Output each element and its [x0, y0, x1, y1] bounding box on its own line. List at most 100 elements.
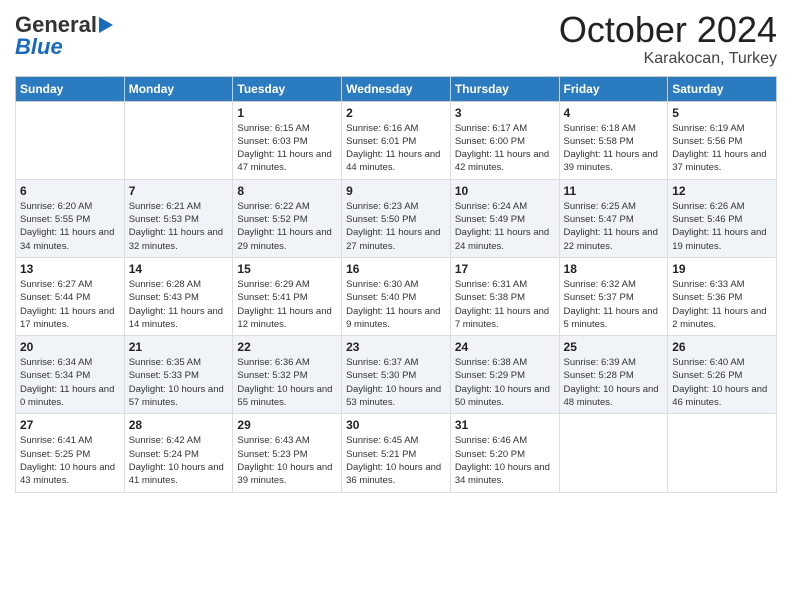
day-cell: 14Sunrise: 6:28 AMSunset: 5:43 PMDayligh… — [124, 257, 233, 335]
logo: General Blue — [15, 10, 113, 58]
day-number: 18 — [564, 262, 664, 276]
day-cell: 16 Sunrise: 6:30 AMSunset: 5:40 PMDayligh… — [342, 257, 451, 335]
day-info: Sunrise: 6:32 AMSunset: 5:37 PMDaylight:… — [564, 278, 664, 331]
day-number: 30 — [346, 418, 446, 432]
day-cell: 29 Sunrise: 6:43 AMSunset: 5:23 PMDayligh… — [233, 414, 342, 492]
day-cell: 12 Sunrise: 6:26 AMSunset: 5:46 PMDayligh… — [668, 179, 777, 257]
day-number: 2 — [346, 106, 446, 120]
day-info: Sunrise: 6:15 AMSunset: 6:03 PMDaylight:… — [237, 122, 337, 175]
day-info: Sunrise: 6:31 AMSunset: 5:38 PMDaylight:… — [455, 278, 555, 331]
day-number: 24 — [455, 340, 555, 354]
day-cell: 26 Sunrise: 6:40 AMSunset: 5:26 PMDayligh… — [668, 336, 777, 414]
day-cell: 25Sunrise: 6:39 AMSunset: 5:28 PMDayligh… — [559, 336, 668, 414]
day-cell: 22Sunrise: 6:36 AMSunset: 5:32 PMDayligh… — [233, 336, 342, 414]
week-row-4: 20Sunrise: 6:34 AMSunset: 5:34 PMDayligh… — [16, 336, 777, 414]
day-cell: 20Sunrise: 6:34 AMSunset: 5:34 PMDayligh… — [16, 336, 125, 414]
day-number: 22 — [237, 340, 337, 354]
week-row-5: 27 Sunrise: 6:41 AMSunset: 5:25 PMDayligh… — [16, 414, 777, 492]
day-info: Sunrise: 6:21 AMSunset: 5:53 PMDaylight:… — [129, 200, 229, 253]
col-friday: Friday — [559, 76, 668, 101]
day-info: Sunrise: 6:41 AMSunset: 5:25 PMDaylight:… — [20, 434, 120, 487]
col-tuesday: Tuesday — [233, 76, 342, 101]
day-cell: 5Sunrise: 6:19 AMSunset: 5:56 PMDaylight… — [668, 101, 777, 179]
calendar-table: Sunday Monday Tuesday Wednesday Thursday… — [15, 76, 777, 493]
day-info: Sunrise: 6:22 AMSunset: 5:52 PMDaylight:… — [237, 200, 337, 253]
day-info: Sunrise: 6:35 AMSunset: 5:33 PMDaylight:… — [129, 356, 229, 409]
day-cell: 4 Sunrise: 6:18 AMSunset: 5:58 PMDaylight… — [559, 101, 668, 179]
day-number: 8 — [237, 184, 337, 198]
col-saturday: Saturday — [668, 76, 777, 101]
logo-arrow-icon — [99, 17, 113, 33]
day-number: 15 — [237, 262, 337, 276]
day-info: Sunrise: 6:30 AMSunset: 5:40 PMDaylight:… — [346, 278, 446, 331]
day-number: 7 — [129, 184, 229, 198]
day-cell: 7 Sunrise: 6:21 AMSunset: 5:53 PMDaylight… — [124, 179, 233, 257]
day-number: 13 — [20, 262, 120, 276]
day-info: Sunrise: 6:45 AMSunset: 5:21 PMDaylight:… — [346, 434, 446, 487]
day-cell: 15 Sunrise: 6:29 AMSunset: 5:41 PMDayligh… — [233, 257, 342, 335]
day-number: 27 — [20, 418, 120, 432]
day-cell: 3 Sunrise: 6:17 AMSunset: 6:00 PMDaylight… — [450, 101, 559, 179]
calendar-title: October 2024 — [559, 10, 777, 50]
day-cell: 31 Sunrise: 6:46 AMSunset: 5:20 PMDayligh… — [450, 414, 559, 492]
day-number: 31 — [455, 418, 555, 432]
day-info: Sunrise: 6:46 AMSunset: 5:20 PMDaylight:… — [455, 434, 555, 487]
logo-text: General — [15, 14, 97, 36]
week-row-1: 1 Sunrise: 6:15 AMSunset: 6:03 PMDaylight… — [16, 101, 777, 179]
day-cell: 1 Sunrise: 6:15 AMSunset: 6:03 PMDaylight… — [233, 101, 342, 179]
day-info: Sunrise: 6:26 AMSunset: 5:46 PMDaylight:… — [672, 200, 772, 253]
day-cell: 10Sunrise: 6:24 AMSunset: 5:49 PMDayligh… — [450, 179, 559, 257]
day-info: Sunrise: 6:16 AMSunset: 6:01 PMDaylight:… — [346, 122, 446, 175]
day-cell: 6Sunrise: 6:20 AMSunset: 5:55 PMDaylight… — [16, 179, 125, 257]
day-info: Sunrise: 6:28 AMSunset: 5:43 PMDaylight:… — [129, 278, 229, 331]
day-info: Sunrise: 6:38 AMSunset: 5:29 PMDaylight:… — [455, 356, 555, 409]
col-wednesday: Wednesday — [342, 76, 451, 101]
day-number: 23 — [346, 340, 446, 354]
logo-blue-text: Blue — [15, 36, 63, 58]
day-number: 21 — [129, 340, 229, 354]
week-row-3: 13 Sunrise: 6:27 AMSunset: 5:44 PMDayligh… — [16, 257, 777, 335]
title-block: October 2024 Karakocan, Turkey — [559, 10, 777, 68]
day-number: 17 — [455, 262, 555, 276]
day-cell: 11Sunrise: 6:25 AMSunset: 5:47 PMDayligh… — [559, 179, 668, 257]
header-row: Sunday Monday Tuesday Wednesday Thursday… — [16, 76, 777, 101]
week-row-2: 6Sunrise: 6:20 AMSunset: 5:55 PMDaylight… — [16, 179, 777, 257]
day-number: 3 — [455, 106, 555, 120]
day-cell: 2 Sunrise: 6:16 AMSunset: 6:01 PMDaylight… — [342, 101, 451, 179]
day-number: 26 — [672, 340, 772, 354]
day-number: 1 — [237, 106, 337, 120]
day-number: 9 — [346, 184, 446, 198]
day-cell: 8 Sunrise: 6:22 AMSunset: 5:52 PMDaylight… — [233, 179, 342, 257]
day-number: 10 — [455, 184, 555, 198]
day-number: 16 — [346, 262, 446, 276]
day-info: Sunrise: 6:19 AMSunset: 5:56 PMDaylight:… — [672, 122, 772, 175]
day-number: 29 — [237, 418, 337, 432]
day-info: Sunrise: 6:33 AMSunset: 5:36 PMDaylight:… — [672, 278, 772, 331]
day-cell: 23Sunrise: 6:37 AMSunset: 5:30 PMDayligh… — [342, 336, 451, 414]
day-cell: 19 Sunrise: 6:33 AMSunset: 5:36 PMDayligh… — [668, 257, 777, 335]
day-cell: 18 Sunrise: 6:32 AMSunset: 5:37 PMDayligh… — [559, 257, 668, 335]
day-cell — [124, 101, 233, 179]
day-info: Sunrise: 6:43 AMSunset: 5:23 PMDaylight:… — [237, 434, 337, 487]
day-info: Sunrise: 6:20 AMSunset: 5:55 PMDaylight:… — [20, 200, 120, 253]
day-cell: 17 Sunrise: 6:31 AMSunset: 5:38 PMDayligh… — [450, 257, 559, 335]
col-sunday: Sunday — [16, 76, 125, 101]
day-cell: 30 Sunrise: 6:45 AMSunset: 5:21 PMDayligh… — [342, 414, 451, 492]
day-info: Sunrise: 6:40 AMSunset: 5:26 PMDaylight:… — [672, 356, 772, 409]
day-cell: 13 Sunrise: 6:27 AMSunset: 5:44 PMDayligh… — [16, 257, 125, 335]
day-cell: 9Sunrise: 6:23 AMSunset: 5:50 PMDaylight… — [342, 179, 451, 257]
day-info: Sunrise: 6:25 AMSunset: 5:47 PMDaylight:… — [564, 200, 664, 253]
day-info: Sunrise: 6:17 AMSunset: 6:00 PMDaylight:… — [455, 122, 555, 175]
day-info: Sunrise: 6:18 AMSunset: 5:58 PMDaylight:… — [564, 122, 664, 175]
day-number: 19 — [672, 262, 772, 276]
day-number: 20 — [20, 340, 120, 354]
day-number: 12 — [672, 184, 772, 198]
col-thursday: Thursday — [450, 76, 559, 101]
day-info: Sunrise: 6:29 AMSunset: 5:41 PMDaylight:… — [237, 278, 337, 331]
day-info: Sunrise: 6:27 AMSunset: 5:44 PMDaylight:… — [20, 278, 120, 331]
day-number: 4 — [564, 106, 664, 120]
day-cell: 27 Sunrise: 6:41 AMSunset: 5:25 PMDayligh… — [16, 414, 125, 492]
day-cell: 21 Sunrise: 6:35 AMSunset: 5:33 PMDayligh… — [124, 336, 233, 414]
col-monday: Monday — [124, 76, 233, 101]
day-cell: 24 Sunrise: 6:38 AMSunset: 5:29 PMDayligh… — [450, 336, 559, 414]
